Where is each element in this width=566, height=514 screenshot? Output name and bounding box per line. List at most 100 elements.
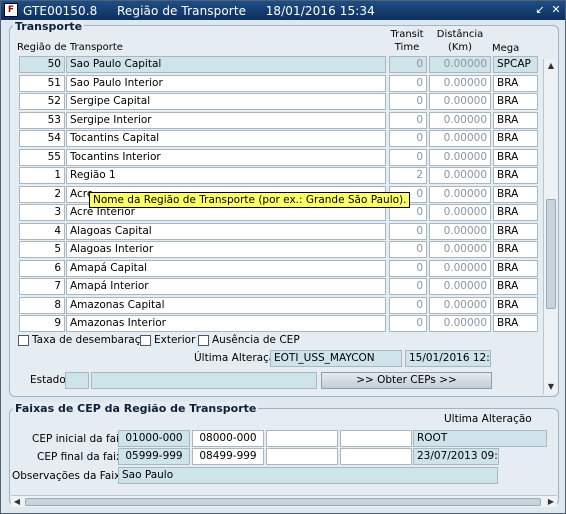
row-code[interactable]: 50 xyxy=(19,56,65,73)
row-transit-time[interactable]: 0 xyxy=(389,149,427,166)
scroll-left-icon[interactable]: ◀ xyxy=(11,496,23,508)
row-mega-rota[interactable]: BRA xyxy=(493,75,538,92)
row-transit-time[interactable]: 0 xyxy=(389,223,427,240)
scroll-up-icon[interactable]: ▲ xyxy=(544,59,558,73)
row-transit-time[interactable]: 0 xyxy=(389,278,427,295)
row-distancia[interactable]: 0.00000 xyxy=(429,112,491,129)
hscroll-thumb[interactable] xyxy=(25,498,541,506)
row-code[interactable]: 6 xyxy=(19,260,65,277)
row-mega-rota[interactable]: BRA xyxy=(493,93,538,110)
row-mega-rota[interactable]: BRA xyxy=(493,241,538,258)
row-code[interactable]: 1 xyxy=(19,167,65,184)
row-code[interactable]: 9 xyxy=(19,315,65,332)
row-distancia[interactable]: 0.00000 xyxy=(429,297,491,314)
minimize-icon[interactable]: ↙ xyxy=(533,3,547,17)
row-mega-rota[interactable]: BRA xyxy=(493,167,538,184)
cep-inicial-field[interactable] xyxy=(340,430,412,447)
row-code[interactable]: 3 xyxy=(19,204,65,221)
title-bar: F GTE00150.8 Região de Transporte 18/01/… xyxy=(1,1,565,20)
row-distancia[interactable]: 0.00000 xyxy=(429,75,491,92)
obter-ceps-button[interactable]: >> Obter CEPs >> xyxy=(321,372,492,389)
row-mega-rota[interactable]: BRA xyxy=(493,149,538,166)
taxa-label: Taxa de desembaraço xyxy=(32,334,147,346)
row-mega-rota[interactable]: BRA xyxy=(493,112,538,129)
row-mega-rota[interactable]: SPCAP xyxy=(493,56,538,73)
header-distancia: Distância (Km) xyxy=(436,29,484,53)
row-code[interactable]: 7 xyxy=(19,278,65,295)
row-mega-rota[interactable]: BRA xyxy=(493,315,538,332)
row-mega-rota[interactable]: BRA xyxy=(493,223,538,240)
row-distancia[interactable]: 0.00000 xyxy=(429,56,491,73)
app-window: F GTE00150.8 Região de Transporte 18/01/… xyxy=(0,0,566,514)
row-name[interactable]: Amapá Interior xyxy=(66,278,386,295)
row-name[interactable]: Alagoas Capital xyxy=(66,223,386,240)
observacoes-field[interactable]: Sao Paulo xyxy=(118,467,498,484)
taxa-checkbox[interactable] xyxy=(18,335,29,346)
row-transit-time[interactable]: 0 xyxy=(389,112,427,129)
row-code[interactable]: 53 xyxy=(19,112,65,129)
row-name[interactable]: Região 1 xyxy=(66,167,386,184)
row-distancia[interactable]: 0.00000 xyxy=(429,93,491,110)
row-name[interactable]: Alagoas Interior xyxy=(66,241,386,258)
row-distancia[interactable]: 0.00000 xyxy=(429,149,491,166)
row-mega-rota[interactable]: BRA xyxy=(493,186,538,203)
row-transit-time[interactable]: 0 xyxy=(389,241,427,258)
row-distancia[interactable]: 0.00000 xyxy=(429,186,491,203)
row-distancia[interactable]: 0.00000 xyxy=(429,260,491,277)
scroll-right-icon[interactable]: ▶ xyxy=(545,496,557,508)
horizontal-scrollbar[interactable]: ◀ ▶ xyxy=(11,495,557,507)
row-code[interactable]: 55 xyxy=(19,149,65,166)
cep-inicial-field[interactable]: 01000-000 xyxy=(118,430,190,447)
row-name[interactable]: Sergipe Capital xyxy=(66,93,386,110)
row-mega-rota[interactable]: BRA xyxy=(493,297,538,314)
row-name[interactable]: Amazonas Capital xyxy=(66,297,386,314)
row-code[interactable]: 4 xyxy=(19,223,65,240)
estado-input[interactable] xyxy=(65,372,89,389)
row-code[interactable]: 54 xyxy=(19,130,65,147)
ausencia-cep-checkbox[interactable] xyxy=(198,335,209,346)
row-code[interactable]: 52 xyxy=(19,93,65,110)
row-mega-rota[interactable]: BRA xyxy=(493,204,538,221)
cep-inicial-field[interactable] xyxy=(266,430,338,447)
row-mega-rota[interactable]: BRA xyxy=(493,130,538,147)
row-transit-time[interactable]: 0 xyxy=(389,75,427,92)
vertical-scrollbar[interactable]: ▲ ▼ xyxy=(543,59,557,394)
row-distancia[interactable]: 0.00000 xyxy=(429,241,491,258)
scroll-down-icon[interactable]: ▼ xyxy=(544,380,558,394)
row-distancia[interactable]: 0.00000 xyxy=(429,167,491,184)
row-transit-time[interactable]: 0 xyxy=(389,130,427,147)
row-transit-time[interactable]: 2 xyxy=(389,167,427,184)
row-distancia[interactable]: 0.00000 xyxy=(429,130,491,147)
app-icon[interactable]: F xyxy=(4,3,18,17)
scroll-thumb[interactable] xyxy=(546,199,556,309)
cep-final-field[interactable]: 08499-999 xyxy=(192,448,264,465)
row-name[interactable]: Tocantins Capital xyxy=(66,130,386,147)
row-name[interactable]: Amapá Capital xyxy=(66,260,386,277)
row-name[interactable]: Sao Paulo Interior xyxy=(66,75,386,92)
row-mega-rota[interactable]: BRA xyxy=(493,260,538,277)
row-transit-time[interactable]: 0 xyxy=(389,260,427,277)
cep-final-field[interactable]: 05999-999 xyxy=(118,448,190,465)
row-code[interactable]: 5 xyxy=(19,241,65,258)
row-name[interactable]: Amazonas Interior xyxy=(66,315,386,332)
row-name[interactable]: Sergipe Interior xyxy=(66,112,386,129)
row-distancia[interactable]: 0.00000 xyxy=(429,204,491,221)
row-transit-time[interactable]: 0 xyxy=(389,297,427,314)
cep-final-field[interactable] xyxy=(340,448,412,465)
row-code[interactable]: 51 xyxy=(19,75,65,92)
row-distancia[interactable]: 0.00000 xyxy=(429,315,491,332)
row-name[interactable]: Sao Paulo Capital xyxy=(66,56,386,73)
row-name[interactable]: Tocantins Interior xyxy=(66,149,386,166)
row-mega-rota[interactable]: BRA xyxy=(493,278,538,295)
row-distancia[interactable]: 0.00000 xyxy=(429,278,491,295)
row-transit-time[interactable]: 0 xyxy=(389,315,427,332)
row-code[interactable]: 8 xyxy=(19,297,65,314)
exterior-checkbox[interactable] xyxy=(140,335,151,346)
row-code[interactable]: 2 xyxy=(19,186,65,203)
row-transit-time[interactable]: 0 xyxy=(389,93,427,110)
row-transit-time[interactable]: 0 xyxy=(389,56,427,73)
row-distancia[interactable]: 0.00000 xyxy=(429,223,491,240)
close-icon[interactable]: ✕ xyxy=(549,3,563,17)
cep-inicial-field[interactable]: 08000-000 xyxy=(192,430,264,447)
cep-final-field[interactable] xyxy=(266,448,338,465)
